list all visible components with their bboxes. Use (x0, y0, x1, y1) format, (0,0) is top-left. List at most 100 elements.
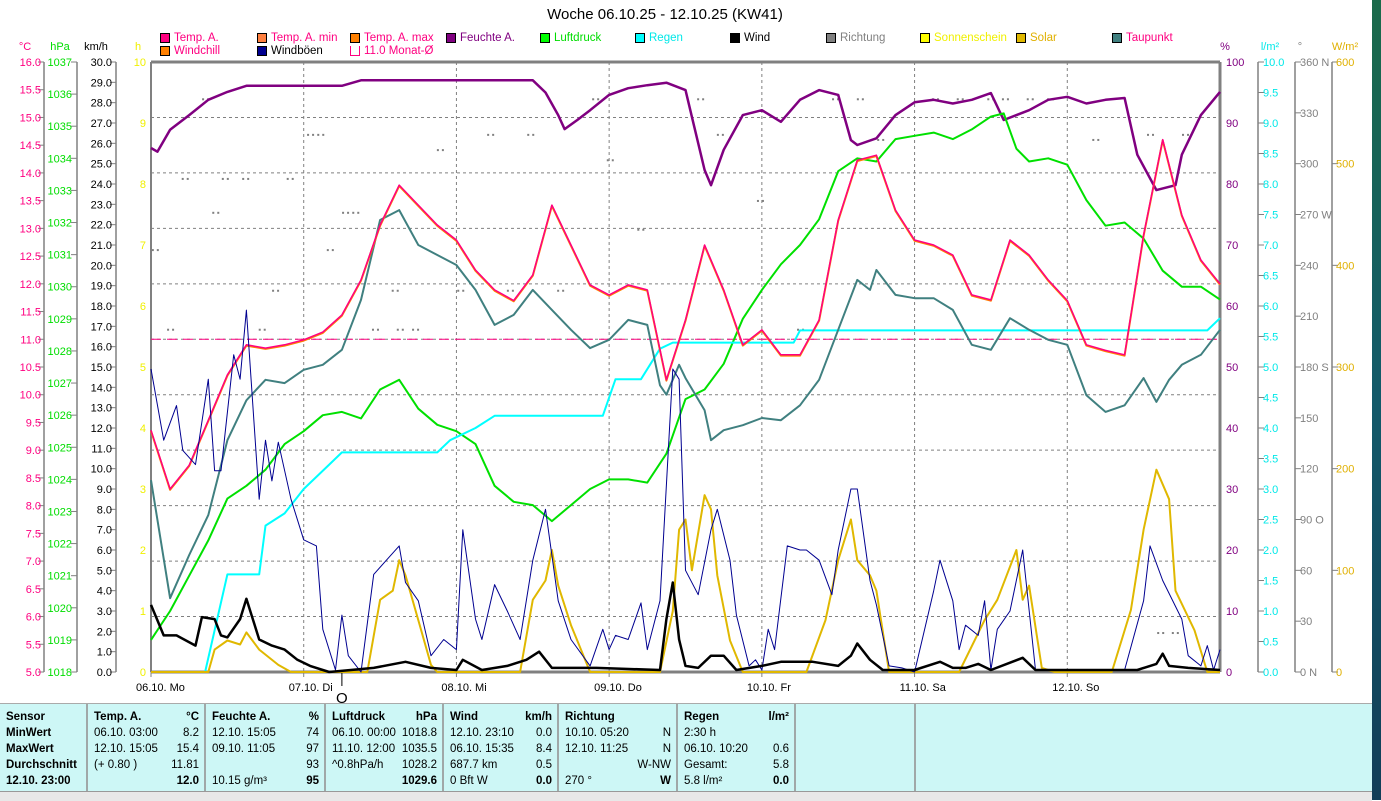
axis-tick-label-temp: 9.5 (26, 417, 41, 429)
col-sensor: Sensor MinWert MaxWert Durchschnitt 12.1… (0, 704, 88, 792)
col-wind: Wind km/h 12.10. 23:10 0.0 06.10. 15:35 8.4 68… (444, 704, 559, 792)
axis-tick-label-rain: 10.0 (1263, 57, 1284, 69)
axis-tick-label-rain: 3.5 (1263, 454, 1278, 466)
direction-dot (877, 138, 880, 141)
axis-tick-label-temp: 6.0 (26, 612, 41, 624)
direction-dot (247, 177, 250, 180)
direction-dot (286, 177, 289, 180)
direction-dot (436, 149, 439, 152)
axis-tick-label-solar: 100 (1336, 565, 1354, 577)
axis-unit-hum: % (1220, 41, 1230, 53)
axis-unit-sun: h (135, 41, 141, 53)
direction-dot (347, 211, 350, 214)
direction-dot (396, 289, 399, 292)
direction-dot (532, 133, 535, 136)
row-label-current: 12.10. 23:00 (6, 775, 71, 787)
axis-tick-label-temp: 7.5 (26, 528, 41, 540)
cell-label: 12.10. 11:25 (565, 743, 629, 755)
axis-tick-label-dir: 240 (1300, 260, 1318, 272)
axis-tick-label-rain: 0.0 (1263, 667, 1278, 679)
cell-value: W (660, 775, 671, 787)
cell-value: 1028.2 (401, 759, 437, 771)
axis-tick-label-press: 1031 (48, 250, 72, 262)
col-header: Richtung (565, 711, 615, 723)
cell-label: 10.15 g/m³ (212, 775, 267, 787)
direction-dot (441, 149, 444, 152)
axis-tick-label-dir: 150 (1300, 413, 1318, 425)
direction-dot (1176, 632, 1179, 635)
axis-tick-label-wind: 21.0 (91, 240, 112, 252)
direction-dot (401, 328, 404, 331)
axis-tick-label-dir: 270 W (1300, 210, 1332, 222)
direction-dot (1031, 98, 1034, 101)
direction-dot (506, 289, 509, 292)
axis-tick-label-hum: 50 (1226, 362, 1238, 374)
direction-dot (181, 177, 184, 180)
axis-tick-label-sun: 9 (140, 118, 146, 130)
axis-tick-label-wind: 8.0 (97, 504, 112, 516)
direction-dot (322, 133, 325, 136)
col-header: Feuchte A. (212, 711, 271, 723)
axis-tick-label-wind: 10.0 (91, 464, 112, 476)
cell-label: 06.10. 03:00 (94, 727, 158, 739)
cell-label: 11.10. 12:00 (332, 743, 396, 755)
cell-label: 12.10. 15:05 (212, 727, 276, 739)
axis-tick-label-hum: 90 (1226, 118, 1238, 130)
axis-tick-label-sun: 4 (140, 423, 146, 435)
direction-dot (956, 98, 959, 101)
axis-tick-label-wind: 2.0 (97, 626, 112, 638)
direction-dot (277, 289, 280, 292)
series-taupunkt (150, 209, 1221, 600)
axis-tick-label-temp: 7.0 (26, 556, 41, 568)
direction-dot (882, 138, 885, 141)
axis-tick-label-temp: 8.0 (26, 501, 41, 513)
axis-tick-label-sun: 10 (134, 57, 146, 69)
axis-tick-label-sun: 7 (140, 240, 146, 252)
axis-tick-label-press: 1019 (48, 635, 72, 647)
direction-dot (1152, 133, 1155, 136)
direction-dot (352, 211, 355, 214)
axis-tick-label-solar: 300 (1336, 362, 1354, 374)
cell-label: 270 ° (565, 775, 592, 787)
axis-tick-label-wind: 30.0 (91, 57, 112, 69)
direction-dot (457, 289, 460, 292)
cell-value: 8.4 (536, 743, 552, 755)
axis-tick-label-wind: 18.0 (91, 301, 112, 313)
series-windchill (150, 139, 1221, 491)
axis-tick-label-wind: 9.0 (97, 484, 112, 496)
direction-dot (272, 289, 275, 292)
direction-dot (371, 328, 374, 331)
axis-tick-label-temp: 15.5 (20, 85, 41, 97)
direction-dot (172, 328, 175, 331)
axis-tick-label-wind: 0.0 (97, 667, 112, 679)
cell-value: 93 (306, 759, 319, 771)
axis-tick-label-temp: 10.0 (20, 390, 41, 402)
axis-tick-label-rain: 6.5 (1263, 271, 1278, 283)
cell-value: W-NW (637, 759, 671, 771)
col-header: Temp. A. (94, 711, 142, 723)
cell-value: N (662, 743, 671, 755)
axis-tick-label-temp: 12.0 (20, 279, 41, 291)
direction-dot (492, 133, 495, 136)
cell-label: 12.10. 23:10 (450, 727, 514, 739)
axis-tick-label-wind: 12.0 (91, 423, 112, 435)
axis-tick-label-temp: 11.5 (20, 307, 41, 319)
axis-tick-label-hum: 20 (1226, 545, 1238, 557)
col-unit: l/m² (768, 711, 789, 723)
direction-dot (606, 159, 609, 162)
axis-tick-label-wind: 23.0 (91, 199, 112, 211)
cell-value: 1035.5 (401, 743, 437, 755)
axis-tick-label-wind: 5.0 (97, 565, 112, 577)
axis-tick-label-rain: 2.5 (1263, 515, 1278, 527)
axis-tick-label-sun: 8 (140, 179, 146, 191)
axis-tick-label-dir: 120 (1300, 464, 1318, 476)
x-tick-label: 08.10. Mi (441, 682, 486, 694)
direction-dot (156, 249, 159, 252)
axis-tick-label-hum: 40 (1226, 423, 1238, 435)
axis-tick-label-rain: 7.0 (1263, 240, 1278, 252)
axis-tick-label-rain: 7.5 (1263, 210, 1278, 222)
series-wind (149, 581, 1221, 674)
axis-unit-dir: ° (1298, 41, 1302, 53)
series-windb-en (150, 309, 1221, 673)
x-tick-label: 10.10. Fr (747, 682, 791, 694)
